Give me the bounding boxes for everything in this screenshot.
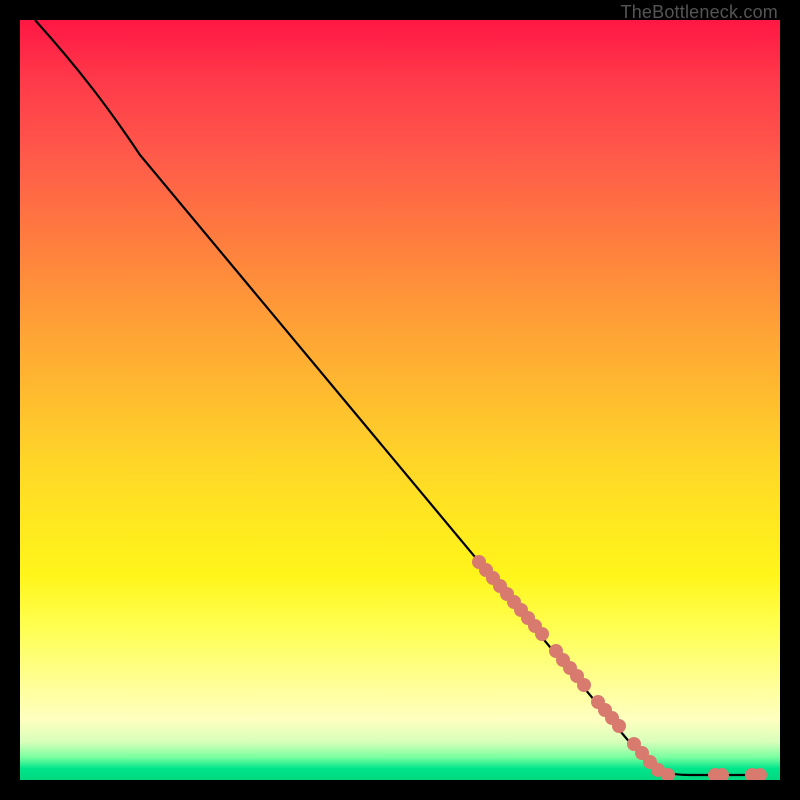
chart-frame: TheBottleneck.com <box>0 0 800 800</box>
watermark-label: TheBottleneck.com <box>621 2 778 23</box>
chart-gradient-background <box>20 20 780 780</box>
